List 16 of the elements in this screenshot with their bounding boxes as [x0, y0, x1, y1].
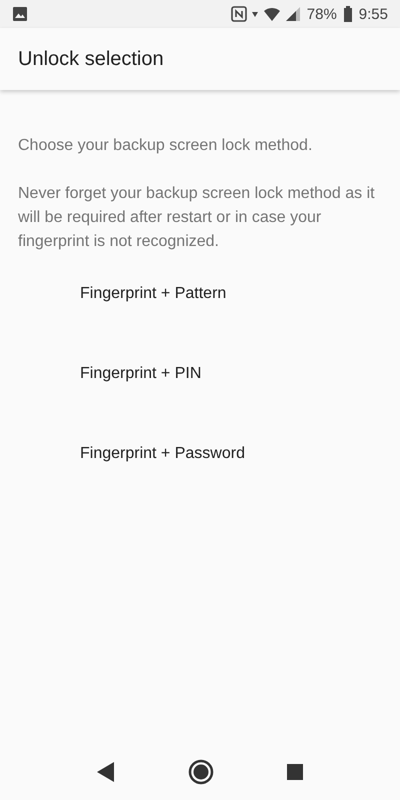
nfc-icon	[230, 6, 247, 22]
lock-option[interactable]: Fingerprint + Pattern	[18, 274, 382, 354]
battery-icon	[342, 6, 353, 22]
back-icon[interactable]	[96, 761, 116, 783]
clock: 9:55	[358, 6, 388, 22]
image-icon	[12, 6, 28, 22]
battery-percentage: 78%	[306, 6, 337, 22]
signal-icon	[284, 6, 301, 22]
wifi-icon	[262, 6, 281, 22]
lock-option[interactable]: Fingerprint + PIN	[18, 354, 382, 434]
home-icon[interactable]	[188, 759, 214, 785]
recents-icon[interactable]	[286, 763, 304, 781]
lock-option[interactable]: Fingerprint + Password	[18, 434, 382, 514]
intro-text: Choose your backup screen lock method.	[18, 136, 314, 156]
screen-title: Unlock selection	[18, 48, 164, 70]
warning-text: Never forget your backup screen lock method as it will be required after restart or in case your fingerprint is not recognized.	[18, 184, 376, 252]
